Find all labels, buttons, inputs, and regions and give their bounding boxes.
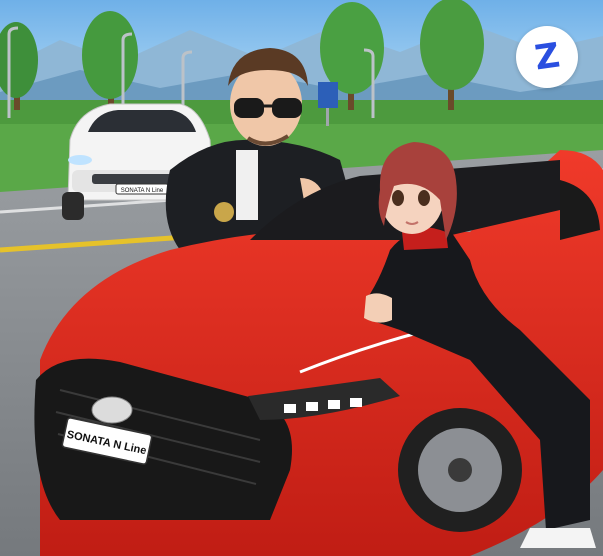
photo-frame: Z SONATA N Line SONATA N Line — [0, 0, 603, 556]
zepeto-logo-icon[interactable]: Z — [516, 26, 578, 88]
logo-letter: Z — [532, 35, 562, 79]
scene-illustration — [0, 0, 603, 556]
road-sign — [318, 82, 338, 108]
